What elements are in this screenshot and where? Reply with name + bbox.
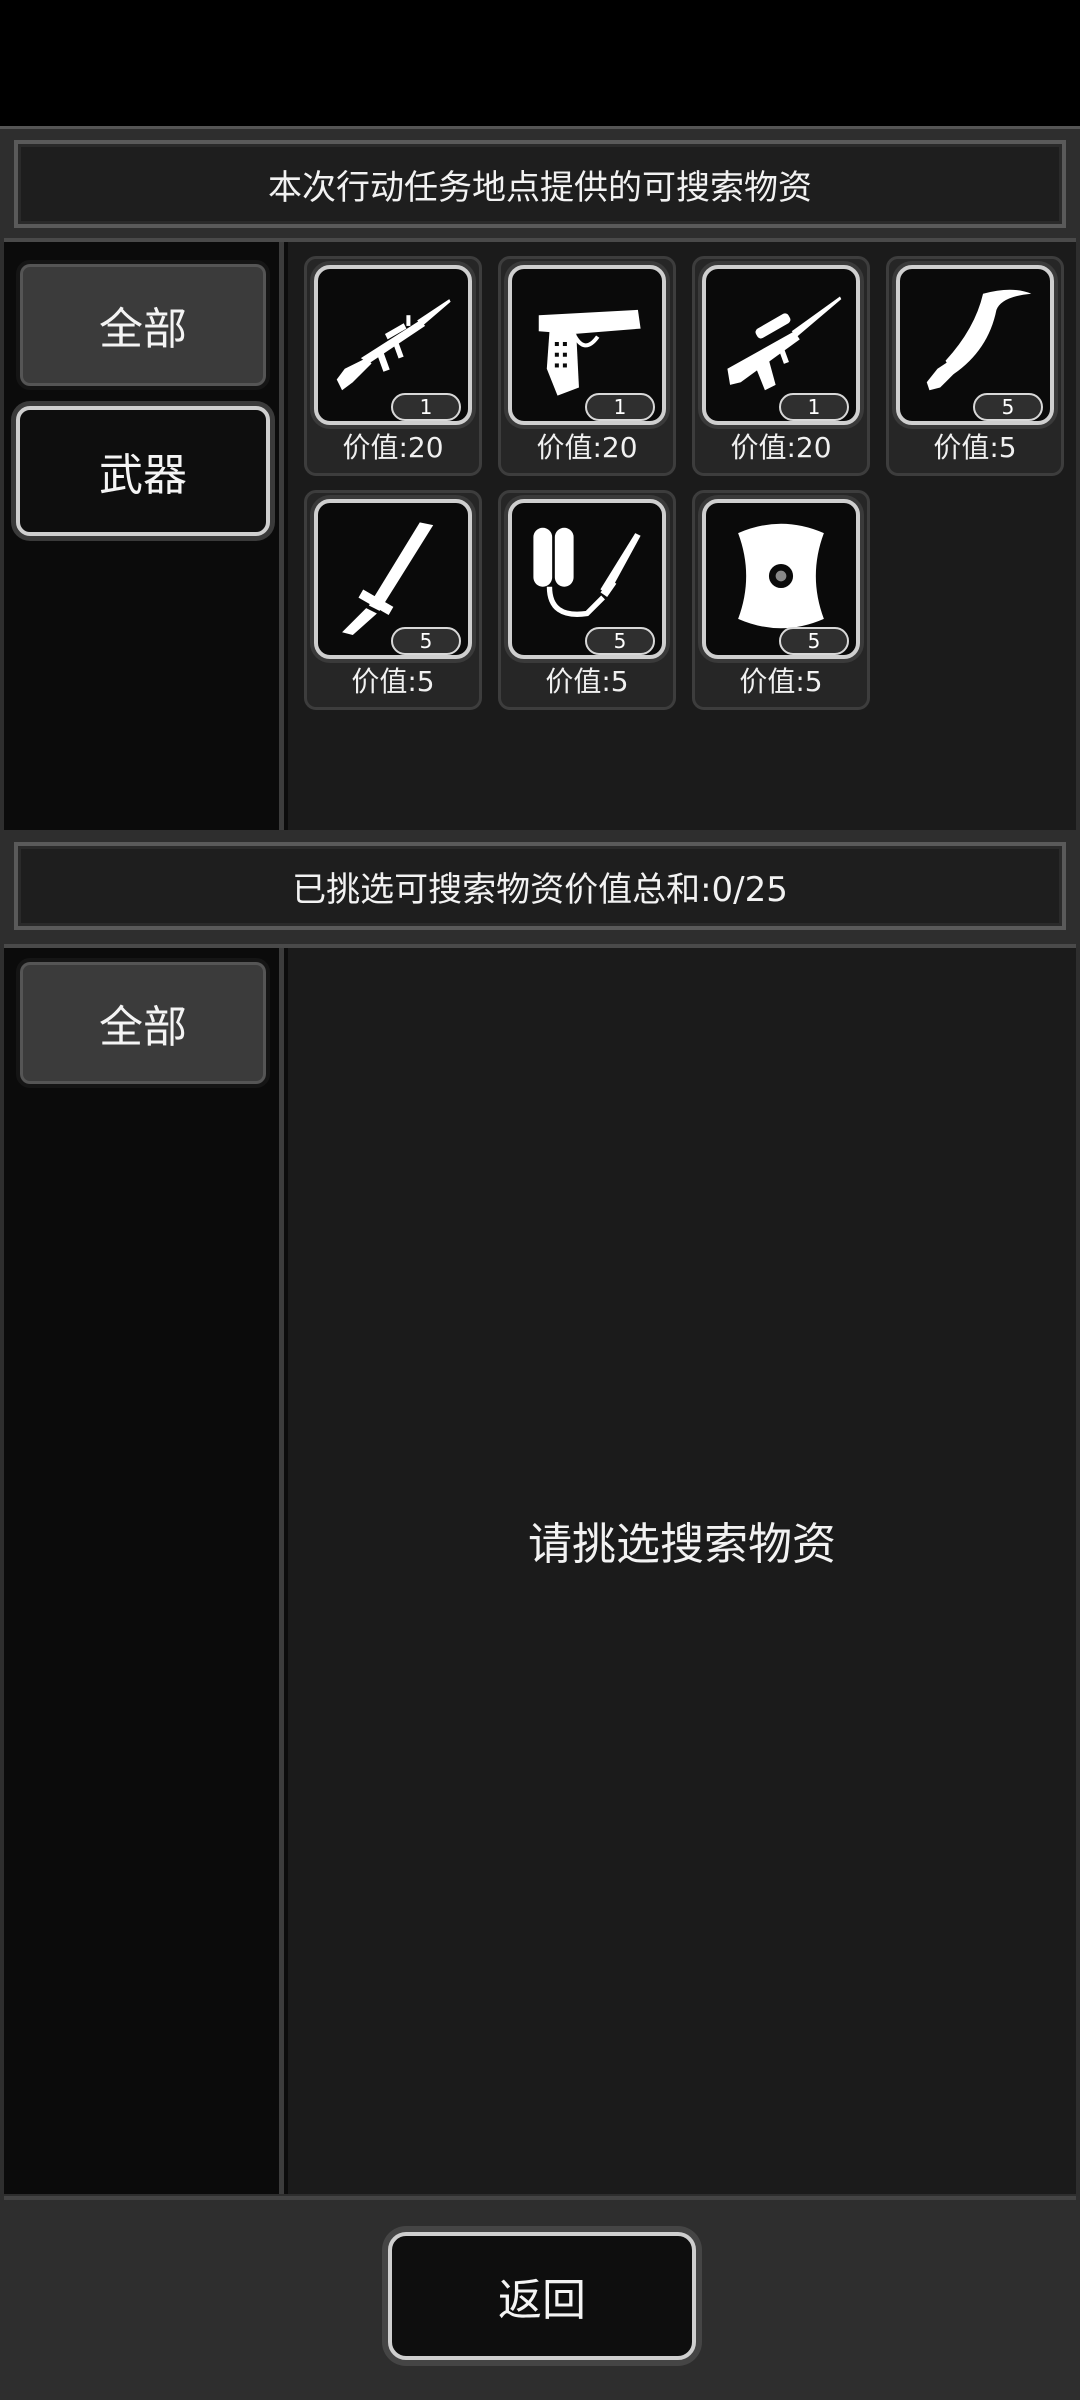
item-count-badge: 5 xyxy=(391,627,461,655)
item-count-badge: 5 xyxy=(585,627,655,655)
category-sidebar: 全部 武器 xyxy=(4,242,284,830)
item-count-badge: 1 xyxy=(585,393,655,421)
item-count-badge: 1 xyxy=(391,393,461,421)
item-count-badge: 5 xyxy=(973,393,1043,421)
shield-icon xyxy=(738,523,824,629)
status-bar xyxy=(0,0,1080,126)
item-flamethrower[interactable]: 5 价值:5 xyxy=(498,490,676,710)
item-baton[interactable]: 5 价值:5 xyxy=(304,490,482,710)
item-sniper-rifle[interactable]: 1 价值:20 xyxy=(692,256,870,476)
item-count-badge: 5 xyxy=(779,627,849,655)
item-shield[interactable]: 5 价值:5 xyxy=(692,490,870,710)
assault-rifle-icon xyxy=(336,299,451,391)
flamethrower-icon xyxy=(533,527,641,617)
selected-supplies-panel: 全部 请挑选搜索物资 xyxy=(4,944,1076,2194)
baton-icon xyxy=(342,522,434,635)
sniper-rifle-icon xyxy=(727,296,842,391)
item-value-label: 价值:20 xyxy=(342,431,444,464)
supplies-grid: 1 价值:20 1 价值:20 1 价值:20 5 价值:5 5 价值:5 5 … xyxy=(288,242,1076,830)
pistol-icon xyxy=(538,309,641,396)
selected-value-title: 已挑选可搜索物资价值总和:0/25 xyxy=(14,842,1066,930)
tab-all[interactable]: 全部 xyxy=(16,260,270,390)
footer-bar: 返回 xyxy=(4,2196,1076,2396)
item-pistol[interactable]: 1 价值:20 xyxy=(498,256,676,476)
item-value-label: 价值:20 xyxy=(536,431,638,464)
item-kukri-knife[interactable]: 5 价值:5 xyxy=(886,256,1064,476)
item-value-label: 价值:20 xyxy=(730,431,832,464)
selected-category-sidebar: 全部 xyxy=(4,948,284,2194)
selected-supplies-list: 请挑选搜索物资 xyxy=(288,948,1076,2194)
empty-selection-hint: 请挑选搜索物资 xyxy=(528,1519,836,1570)
available-supplies-title: 本次行动任务地点提供的可搜索物资 xyxy=(14,140,1066,228)
selected-tab-all[interactable]: 全部 xyxy=(16,958,270,1088)
kukri-knife-icon xyxy=(926,289,1032,391)
item-count-badge: 1 xyxy=(779,393,849,421)
item-value-label: 价值:5 xyxy=(739,665,823,698)
back-button[interactable]: 返回 xyxy=(388,2232,696,2360)
available-supplies-panel: 全部 武器 1 价值:20 1 价值:20 1 价值:20 5 价值:5 5 价… xyxy=(4,238,1076,830)
item-value-label: 价值:5 xyxy=(933,431,1017,464)
item-value-label: 价值:5 xyxy=(351,665,435,698)
item-assault-rifle[interactable]: 1 价值:20 xyxy=(304,256,482,476)
tab-weapons[interactable]: 武器 xyxy=(16,406,270,536)
item-value-label: 价值:5 xyxy=(545,665,629,698)
